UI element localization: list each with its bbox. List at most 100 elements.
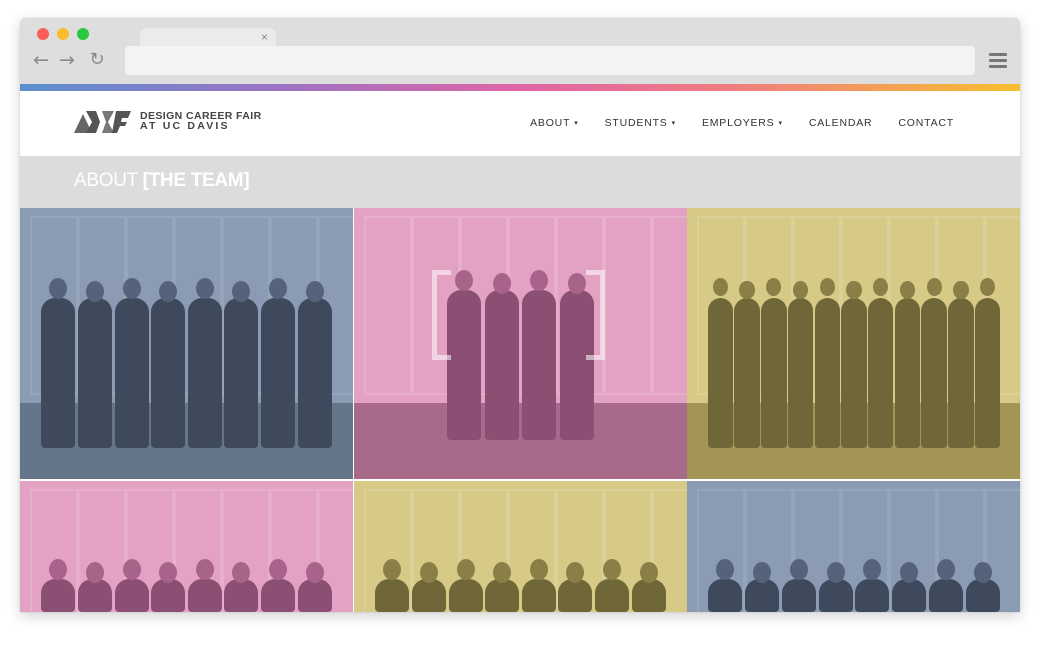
person-head (195, 278, 214, 299)
person-head (739, 281, 755, 300)
wall-panel (652, 216, 687, 395)
person-figure (448, 579, 483, 612)
nav-label: ABOUT (530, 117, 571, 129)
browser-chrome: × ← → ↻ (20, 18, 1020, 84)
wall-panel (364, 216, 412, 395)
page-title: ABOUT [THE TEAM] (74, 170, 250, 192)
person-figure (745, 579, 780, 612)
person-head (269, 559, 288, 580)
person-figure (114, 298, 149, 448)
person-figure (297, 298, 332, 448)
person-figure (892, 579, 927, 612)
minimize-window-button[interactable] (57, 28, 69, 40)
caret-down-icon: ▾ (671, 119, 676, 127)
maximize-window-button[interactable] (77, 28, 89, 40)
person-head (456, 559, 475, 580)
person-figure (522, 290, 557, 440)
arrow-left-icon[interactable]: ← (32, 50, 50, 70)
person-figure (974, 298, 1001, 448)
nav-item-employers[interactable]: EMPLOYERS ▾ (702, 117, 783, 129)
team-photo[interactable] (20, 481, 353, 612)
person-head (973, 562, 992, 583)
address-bar[interactable] (125, 46, 975, 75)
person-head (269, 278, 288, 299)
person-head (826, 562, 845, 583)
person-figure (41, 579, 76, 612)
team-photo-gallery (20, 208, 1020, 612)
photo-floor (354, 403, 687, 479)
person-figure (814, 298, 840, 448)
reload-icon[interactable]: ↻ (88, 50, 106, 70)
nav-item-students[interactable]: STUDENTS ▾ (605, 117, 676, 129)
person-figure (948, 298, 974, 448)
nav-item-contact[interactable]: CONTACT (898, 117, 954, 129)
person-head (603, 559, 622, 580)
nav-item-calendar[interactable]: CALENDAR (809, 117, 873, 129)
nav-label: STUDENTS (604, 117, 668, 129)
person-head (567, 273, 586, 294)
person-figure (224, 298, 259, 448)
person-head (492, 273, 511, 294)
team-photo[interactable] (687, 481, 1020, 612)
person-figure (41, 298, 76, 448)
nav-label: EMPLOYERS (701, 117, 775, 129)
hamburger-icon[interactable] (989, 53, 1007, 68)
nav-item-about[interactable]: ABOUT ▾ (530, 117, 579, 129)
caret-down-icon: ▾ (778, 119, 783, 127)
person-head (753, 562, 772, 583)
photo-frame-prop (432, 270, 451, 360)
person-head (712, 278, 728, 297)
person-figure (787, 298, 814, 448)
team-photo[interactable] (354, 208, 687, 479)
person-head (953, 281, 969, 300)
person-head (85, 562, 104, 583)
wall-panel (604, 216, 652, 395)
person-figure (965, 579, 1000, 612)
person-figure (894, 298, 921, 448)
logo-text: DESIGN CAREER FAIR AT UC DAVIS (140, 111, 270, 132)
person-figure (521, 579, 556, 612)
close-icon[interactable]: × (261, 30, 268, 44)
gradient-accent-bar (20, 84, 1020, 91)
person-figure (595, 579, 630, 612)
page-title-band: ABOUT [THE TEAM] (20, 156, 1020, 208)
page-title-light: ABOUT (74, 170, 138, 191)
person-figure (928, 579, 963, 612)
person-figure (818, 579, 853, 612)
person-figure (707, 298, 734, 448)
person-head (639, 562, 658, 583)
team-photo[interactable] (687, 208, 1020, 479)
browser-window: × ← → ↻ DESIGN CAREER FAIR AT UC DAVIS A… (20, 18, 1020, 612)
person-figure (484, 290, 519, 440)
person-figure (855, 579, 890, 612)
person-figure (297, 579, 332, 612)
person-figure (631, 579, 666, 612)
person-figure (411, 579, 446, 612)
person-figure (781, 579, 816, 612)
person-figure (151, 298, 186, 448)
person-head (789, 559, 808, 580)
main-nav: ABOUT ▾ STUDENTS ▾ EMPLOYERS ▾ CALENDAR … (504, 117, 954, 129)
person-figure (114, 579, 149, 612)
person-figure (77, 298, 112, 448)
person-figure (921, 298, 947, 448)
person-figure (261, 579, 296, 612)
person-figure (77, 579, 112, 612)
person-figure (868, 298, 894, 448)
team-photo[interactable] (354, 481, 687, 612)
person-head (85, 281, 104, 302)
person-figure (841, 298, 867, 448)
person-head (926, 278, 942, 297)
person-figure (375, 579, 410, 612)
person-head (419, 562, 438, 583)
arrow-right-icon[interactable]: → (58, 50, 76, 70)
team-photo[interactable] (20, 208, 353, 479)
nav-label: CONTACT (898, 117, 954, 129)
person-figure (187, 579, 222, 612)
browser-tab[interactable]: × (140, 28, 276, 47)
nav-label: CALENDAR (808, 117, 873, 129)
person-head (900, 562, 919, 583)
person-figure (734, 298, 760, 448)
person-head (529, 559, 548, 580)
close-window-button[interactable] (37, 28, 49, 40)
